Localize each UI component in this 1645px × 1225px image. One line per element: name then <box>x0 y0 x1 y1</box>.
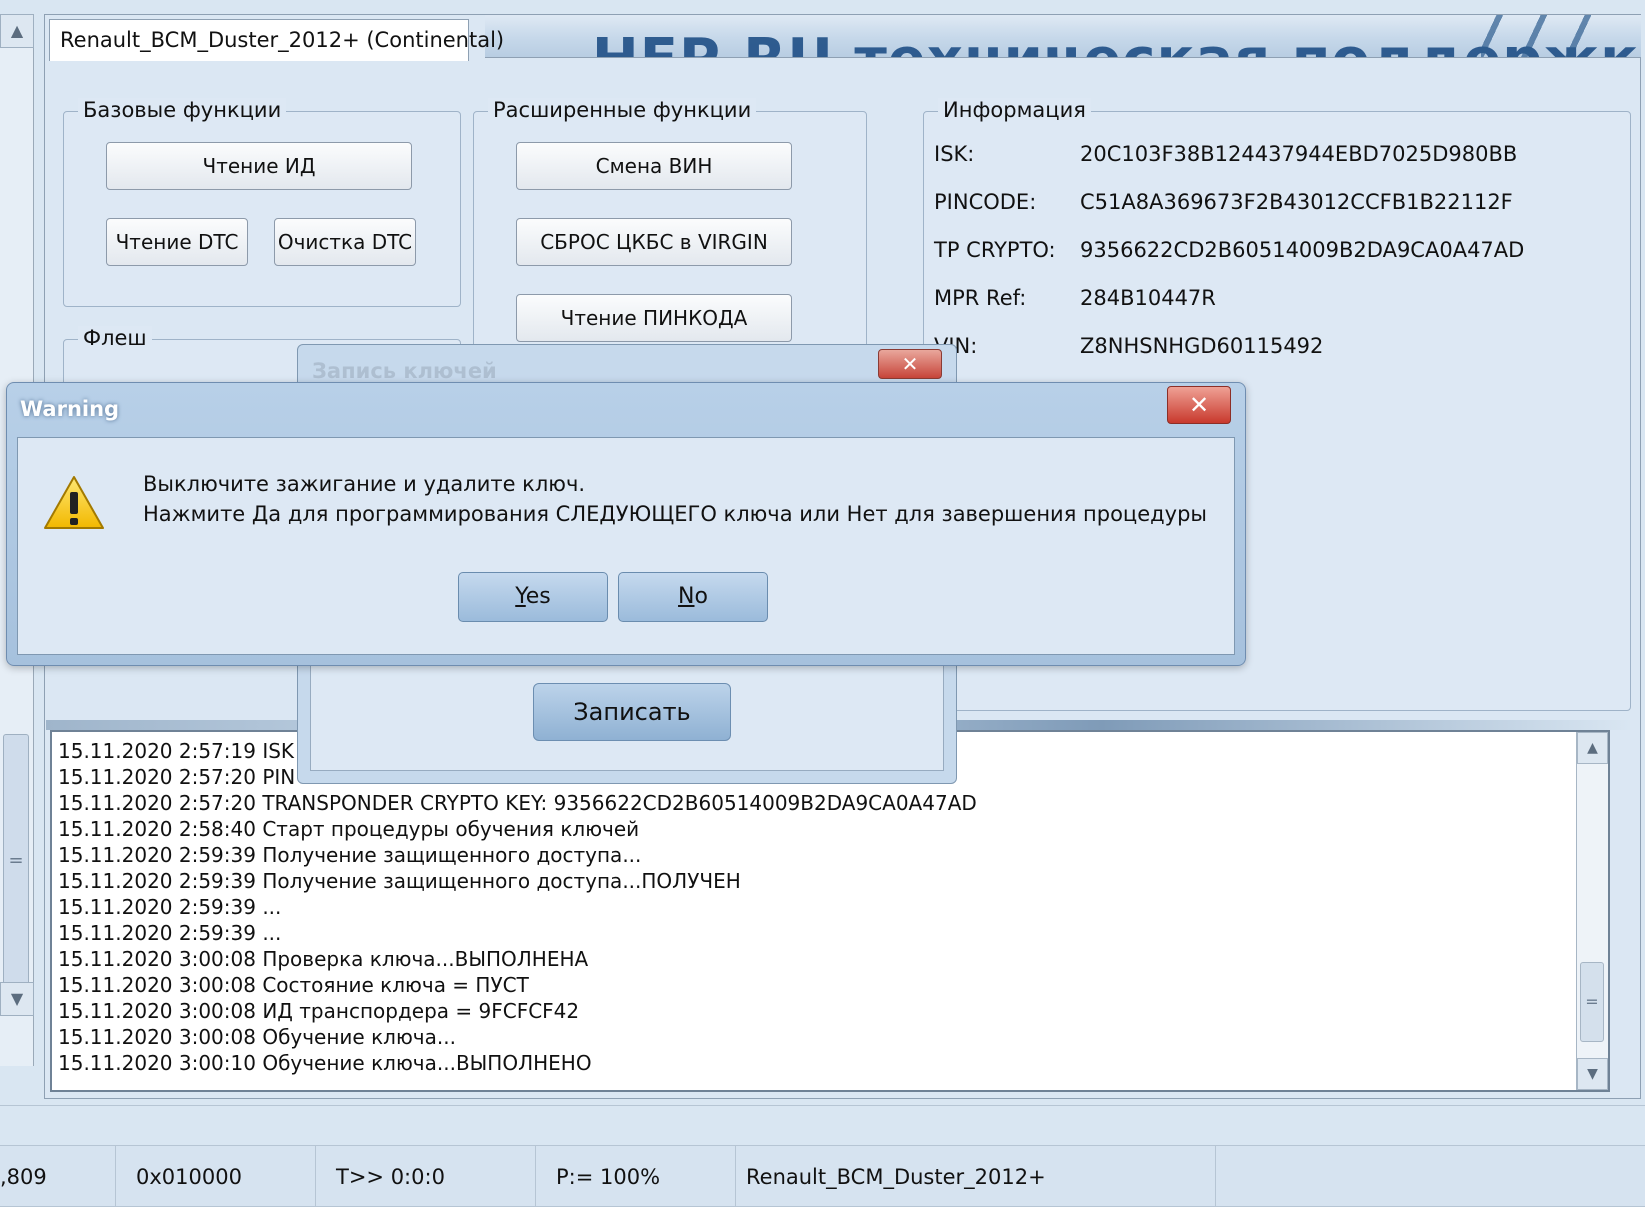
info-value: 9356622CD2B60514009B2DA9CA0A47AD <box>1080 238 1525 262</box>
log-line: 15.11.2020 2:59:39 Получение защищенного… <box>58 843 642 867</box>
log-line: 15.11.2020 2:57:20 TRANSPONDER CRYPTO KE… <box>58 791 977 815</box>
reset-virgin-button[interactable]: СБРОС ЦКБС в VIRGIN <box>516 218 792 266</box>
tab-bcm[interactable]: Renault_BCM_Duster_2012+ (Continental) <box>49 19 504 61</box>
write-keys-title: Запись ключей <box>312 359 497 383</box>
info-key: TP CRYPTO: <box>934 238 1056 262</box>
log-line: 15.11.2020 3:00:10 Обучение ключа...ВЫПО… <box>58 1051 592 1075</box>
warning-title: Warning <box>20 397 120 421</box>
flash-title: Флеш <box>78 326 152 350</box>
change-vin-button[interactable]: Смена ВИН <box>516 142 792 190</box>
warning-message-line2: Нажмите Да для программирования СЛЕДУЮЩЕ… <box>143 502 1207 526</box>
info-value: 284B10447R <box>1080 286 1216 310</box>
log-line: 15.11.2020 3:00:08 Проверка ключа...ВЫПО… <box>58 947 589 971</box>
read-pin-button[interactable]: Чтение ПИНКОДА <box>516 294 792 342</box>
log-line: 15.11.2020 2:59:39 ... <box>58 921 282 945</box>
banner: ...НЕР.RU техническая поддержка <box>485 15 1641 58</box>
log-line: 15.11.2020 3:00:08 ИД транспордера = 9FC… <box>58 999 580 1023</box>
status-timer: T>> 0:0:0 <box>326 1146 536 1208</box>
scroll-thumb[interactable]: = <box>3 734 29 994</box>
info-value: 20C103F38B124437944EBD7025D980BB <box>1080 142 1518 166</box>
log-line: 15.11.2020 2:58:40 Старт процедуры обуче… <box>58 817 640 841</box>
close-icon[interactable]: ✕ <box>1167 386 1231 424</box>
warning-body: Выключите зажигание и удалите ключ. Нажм… <box>17 437 1235 655</box>
log-line: 15.11.2020 2:59:39 ... <box>58 895 282 919</box>
no-label: o <box>694 584 708 609</box>
log-area[interactable]: 15.11.2020 2:57:19 ISK 15.11.2020 2:57:2… <box>50 730 1610 1092</box>
warning-message-line1: Выключите зажигание и удалите ключ. <box>143 472 586 496</box>
status-address: 0x010000 <box>126 1146 316 1208</box>
scroll-down-icon[interactable]: ▼ <box>0 982 34 1016</box>
log-line: 15.11.2020 3:00:08 Состояние ключа = ПУС… <box>58 973 529 997</box>
no-button[interactable]: No <box>618 572 768 622</box>
read-dtc-button[interactable]: Чтение DTC <box>106 218 248 266</box>
status-progress: P:= 100% <box>546 1146 736 1208</box>
warning-icon <box>44 476 104 529</box>
bottom-edge <box>0 1207 1645 1225</box>
yes-mnemonic: Y <box>515 584 526 609</box>
status-module: Renault_BCM_Duster_2012+ <box>736 1146 1216 1208</box>
write-button[interactable]: Записать <box>533 683 731 741</box>
info-value: Z8NHSNHGD60115492 <box>1080 334 1324 358</box>
yes-label: es <box>525 584 551 609</box>
read-id-button[interactable]: Чтение ИД <box>106 142 412 190</box>
info-key: MPR Ref: <box>934 286 1027 310</box>
clear-dtc-button[interactable]: Очистка DTC <box>274 218 416 266</box>
banner-decoration <box>1481 15 1601 57</box>
close-icon[interactable]: ✕ <box>878 349 942 379</box>
log-scrollbar[interactable]: ▲ = ▼ <box>1576 732 1608 1090</box>
warning-dialog: Warning ✕ Выключите зажигание и удалите … <box>6 382 1246 666</box>
info-value: C51A8A369673F2B43012CCFB1B22112F <box>1080 190 1513 214</box>
status-spacer <box>0 1105 1645 1145</box>
basic-functions-group: Базовые функции Чтение ИД Чтение DTC Очи… <box>63 98 461 307</box>
scroll-thumb[interactable]: = <box>1580 962 1604 1042</box>
scroll-down-icon[interactable]: ▼ <box>1577 1058 1608 1090</box>
log-line: 15.11.2020 3:00:08 Обучение ключа... <box>58 1025 456 1049</box>
no-mnemonic: N <box>678 584 695 609</box>
extended-functions-group: Расширенные функции Смена ВИН СБРОС ЦКБС… <box>473 98 867 371</box>
scroll-up-icon[interactable]: ▲ <box>1577 732 1608 764</box>
yes-button[interactable]: Yes <box>458 572 608 622</box>
status-cell: ,809 <box>0 1146 116 1208</box>
info-title: Информация <box>938 98 1091 122</box>
banner-text: ...НЕР.RU техническая поддержка <box>525 27 1641 57</box>
basic-functions-title: Базовые функции <box>78 98 287 122</box>
log-line: 15.11.2020 2:59:39 Получение защищенного… <box>58 869 741 893</box>
info-key: ISK: <box>934 142 975 166</box>
scroll-up-icon[interactable]: ▲ <box>0 14 34 48</box>
info-key: PINCODE: <box>934 190 1037 214</box>
extended-functions-title: Расширенные функции <box>488 98 757 122</box>
status-bar: ,809 0x010000 T>> 0:0:0 P:= 100% Renault… <box>0 1145 1645 1208</box>
